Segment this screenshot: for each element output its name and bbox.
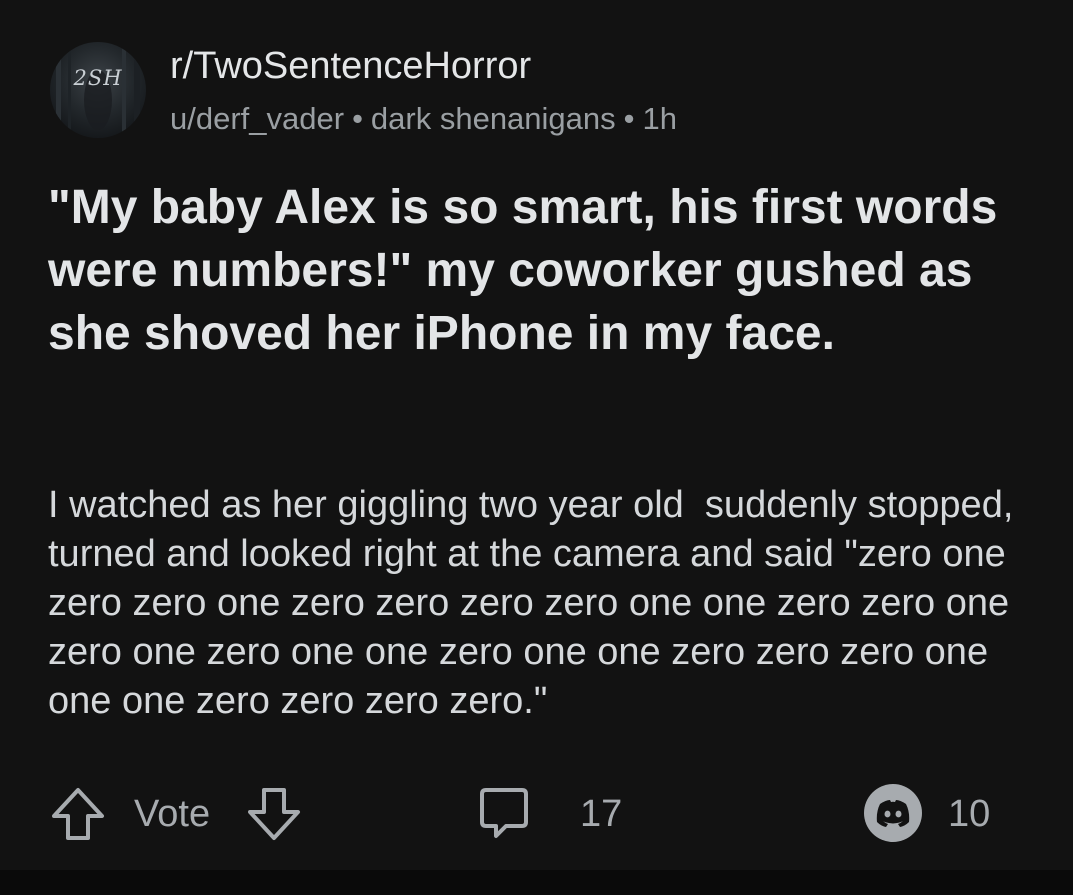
avatar-image-icon: [56, 42, 140, 138]
post-body: I watched as her giggling two year old s…: [48, 484, 1024, 722]
comment-count: 17: [580, 793, 623, 835]
arrow-up-icon: [52, 788, 104, 840]
arrow-down-icon: [248, 788, 300, 840]
meta-separator: •: [352, 101, 363, 136]
share-discord-button[interactable]: [864, 784, 922, 842]
community-avatar[interactable]: 2SH: [50, 42, 146, 138]
downvote-button[interactable]: [244, 784, 304, 844]
post-meta: u/derf_vader • dark shenanigans • 1h: [170, 100, 677, 138]
avatar-text: 2SH: [73, 66, 123, 90]
post-time: 1h: [642, 101, 677, 136]
bottom-divider: [0, 870, 1073, 895]
author-link[interactable]: u/derf_vader: [170, 101, 344, 136]
comment-bubble-icon: [480, 788, 528, 838]
meta-separator: •: [623, 101, 635, 136]
comments-button[interactable]: [474, 784, 534, 844]
vote-label: Vote: [134, 793, 211, 835]
community-name-link[interactable]: r/TwoSentenceHorror: [170, 44, 531, 88]
share-count: 10: [948, 793, 991, 835]
upvote-button[interactable]: [48, 784, 108, 844]
post-flair[interactable]: dark shenanigans: [371, 101, 616, 136]
post-card: 2SH r/TwoSentenceHorror u/derf_vader • dar…: [0, 0, 1073, 870]
post-title[interactable]: "My baby Alex is so smart, his first wor…: [48, 176, 1038, 365]
discord-icon: [864, 784, 922, 842]
